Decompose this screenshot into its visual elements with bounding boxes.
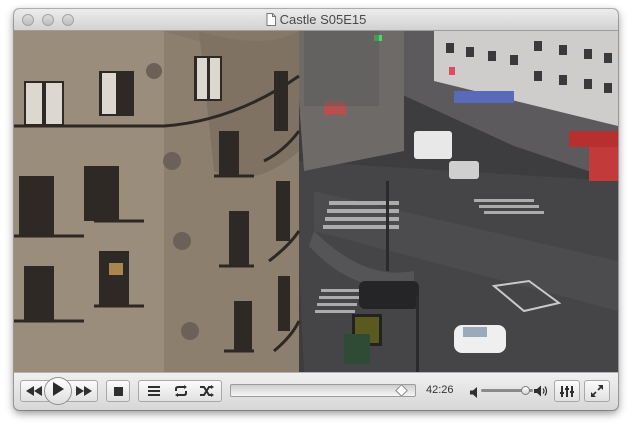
equalizer-button[interactable] xyxy=(554,380,580,402)
playlist-icon[interactable] xyxy=(148,386,160,396)
list-controls-group xyxy=(138,380,222,402)
stop-icon xyxy=(113,386,123,396)
title-group: Castle S05E15 xyxy=(14,12,618,29)
player-window: Castle S05E15 42:26 xyxy=(14,9,618,410)
stop-button[interactable] xyxy=(106,380,130,402)
video-frame[interactable] xyxy=(14,31,618,372)
fast-forward-icon[interactable] xyxy=(76,386,92,396)
title-bar: Castle S05E15 xyxy=(14,9,618,31)
repeat-icon[interactable] xyxy=(174,385,188,397)
speaker-low-icon[interactable] xyxy=(470,385,479,403)
seek-knob[interactable] xyxy=(395,384,408,397)
speaker-high-icon[interactable] xyxy=(534,384,548,402)
play-button[interactable] xyxy=(44,377,72,405)
elapsed-time: 42:26 xyxy=(426,384,454,396)
video-image xyxy=(14,31,618,372)
fullscreen-icon xyxy=(591,385,603,397)
equalizer-icon xyxy=(560,385,574,397)
document-icon xyxy=(266,13,276,29)
play-icon xyxy=(52,381,64,401)
fullscreen-button[interactable] xyxy=(584,380,610,402)
seek-bar[interactable] xyxy=(230,384,416,397)
rewind-icon[interactable] xyxy=(26,386,42,396)
shuffle-icon[interactable] xyxy=(200,385,214,397)
window-title: Castle S05E15 xyxy=(279,12,367,27)
control-bar: 42:26 xyxy=(14,372,618,410)
volume-knob[interactable] xyxy=(521,386,530,395)
